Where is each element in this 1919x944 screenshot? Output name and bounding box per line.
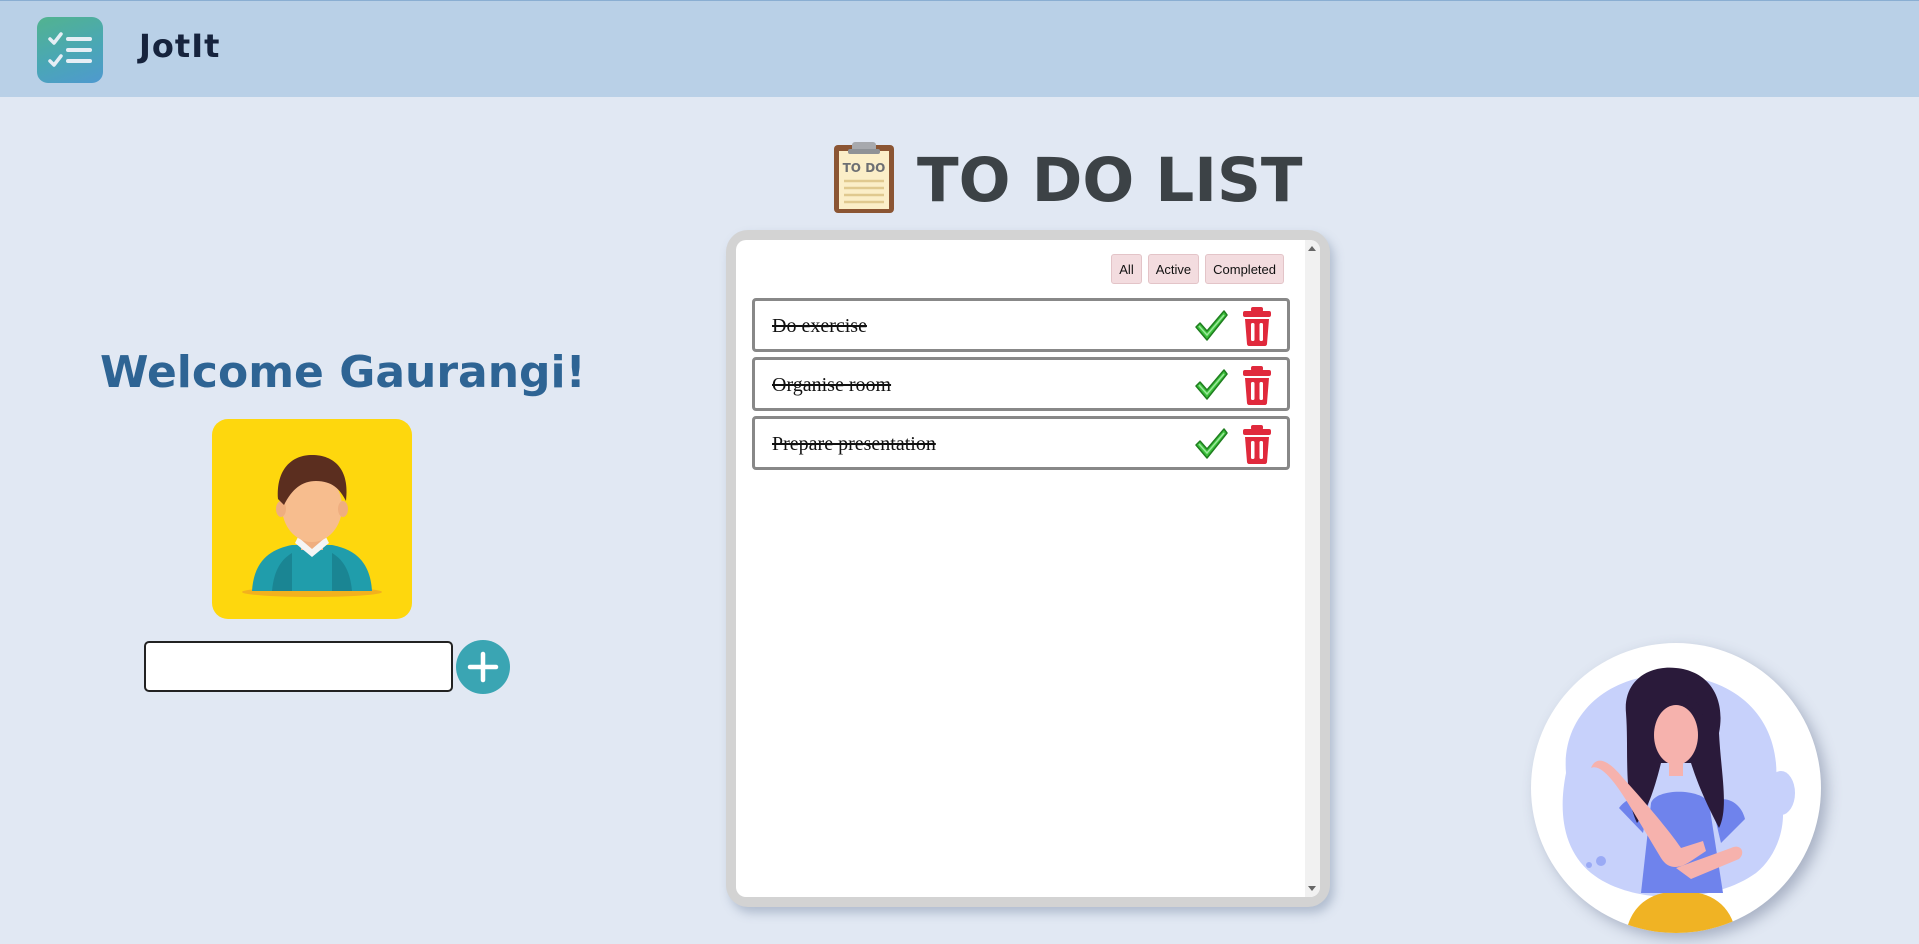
- welcome-heading: Welcome Gaurangi!: [100, 347, 586, 398]
- todo-item: Prepare presentation: [752, 416, 1290, 470]
- filter-completed-button[interactable]: Completed: [1205, 254, 1284, 284]
- svg-text:TO DO: TO DO: [843, 161, 886, 175]
- add-task-button[interactable]: [456, 640, 510, 694]
- complete-check-icon[interactable]: [1193, 367, 1229, 403]
- clipboard-icon: TO DO: [832, 141, 896, 215]
- todo-panel: All Active Completed Do exercise Organis…: [726, 230, 1330, 907]
- new-task-input[interactable]: [144, 641, 453, 692]
- todo-item-text: Do exercise: [772, 315, 867, 337]
- todo-item: Organise room: [752, 357, 1290, 411]
- brand-name: JotIt: [139, 27, 221, 65]
- scroll-down-icon[interactable]: [1308, 886, 1316, 891]
- complete-check-icon[interactable]: [1193, 426, 1229, 462]
- filter-bar: All Active Completed: [1111, 254, 1284, 284]
- todo-scrollbar[interactable]: [1305, 240, 1320, 897]
- todo-item-text: Organise room: [772, 374, 892, 396]
- user-avatar-icon: [212, 419, 412, 619]
- todo-panel-content[interactable]: All Active Completed Do exercise Organis…: [736, 240, 1320, 897]
- filter-active-button[interactable]: Active: [1147, 254, 1200, 284]
- scroll-up-icon[interactable]: [1308, 246, 1316, 251]
- plus-icon: [467, 651, 499, 683]
- complete-check-icon[interactable]: [1193, 308, 1229, 344]
- woman-illustration: [1531, 643, 1821, 933]
- delete-trash-icon[interactable]: [1241, 424, 1273, 464]
- todo-item: Do exercise: [752, 298, 1290, 352]
- delete-trash-icon[interactable]: [1241, 365, 1273, 405]
- filter-all-button[interactable]: All: [1111, 254, 1142, 284]
- delete-trash-icon[interactable]: [1241, 306, 1273, 346]
- todo-item-text: Prepare presentation: [772, 433, 936, 455]
- page-title: TO DO LIST: [917, 145, 1303, 216]
- top-navbar: JotIt: [0, 0, 1919, 97]
- todo-list: Do exercise Organise room Prepare presen…: [752, 298, 1290, 475]
- checklist-icon: [37, 17, 103, 83]
